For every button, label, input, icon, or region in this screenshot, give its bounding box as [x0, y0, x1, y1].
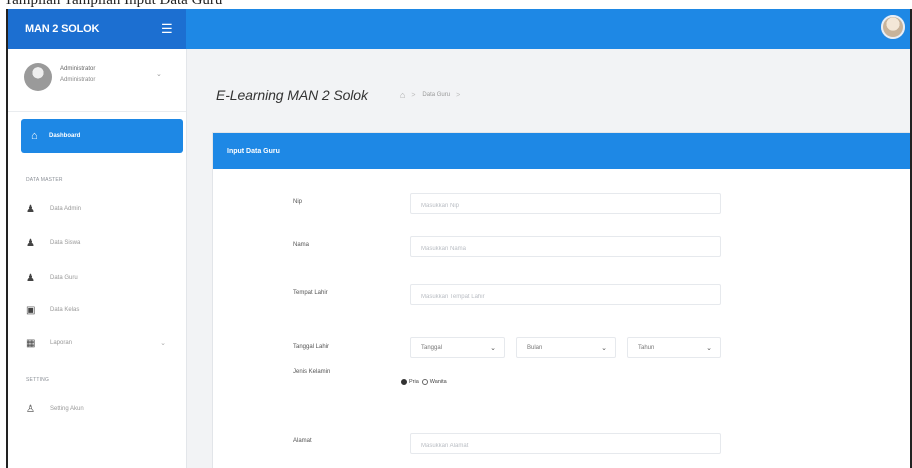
page-title: E-Learning MAN 2 Solok: [216, 87, 368, 103]
section-setting: SETTING: [26, 377, 50, 383]
sidebar-item-laporan[interactable]: ▦ Laporan ⌄: [26, 335, 176, 351]
chevron-down-icon: ⌄: [706, 344, 712, 352]
user-name: Administrator: [60, 66, 96, 72]
sidebar-item-label: Data Siswa: [50, 240, 81, 246]
breadcrumb: E-Learning MAN 2 Solok ⌂ > Data Guru >: [216, 87, 460, 103]
sidebar-item-dashboard[interactable]: ⌂ Dashboard: [21, 119, 183, 153]
sidebar-item-data-kelas[interactable]: ▣ Data Kelas: [26, 302, 176, 318]
jenis-kelamin-radio-group: Pria Wanita: [401, 379, 450, 385]
nip-input[interactable]: [411, 196, 720, 216]
radio-pria-label: Pria: [409, 379, 419, 385]
nama-label: Nama: [293, 242, 310, 248]
tanggal-lahir-label: Tanggal Lahir: [293, 344, 330, 350]
bulan-select-value: Bulan: [527, 344, 543, 351]
nip-field[interactable]: [410, 193, 721, 216]
nama-input[interactable]: [411, 239, 720, 259]
radio-wanita-label: Wanita: [429, 379, 447, 385]
sidebar-item-label: Setting Akun: [50, 406, 84, 412]
top-navbar: MAN 2 SOLOK ☰: [8, 9, 910, 49]
tempat-lahir-input[interactable]: [411, 287, 720, 307]
nama-field[interactable]: [410, 236, 721, 259]
sidebar-item-label: Laporan: [50, 340, 73, 346]
sidebar-item-label: Data Guru: [50, 275, 78, 281]
tempat-lahir-label: Tempat Lahir: [293, 290, 328, 296]
panel-title: Input Data Guru: [227, 147, 280, 155]
jenis-kelamin-label: Jenis Kelamin: [293, 369, 331, 375]
sidebar-item-data-siswa[interactable]: ♟ Data Siswa: [26, 235, 176, 251]
tanggal-select-value: Tanggal: [421, 344, 443, 351]
sidebar: Administrator Administrator ⌄ ⌂ Dashboar…: [8, 49, 187, 468]
hamburger-icon[interactable]: ☰: [161, 22, 173, 35]
sidebar-item-label: Dashboard: [49, 133, 81, 139]
alamat-field[interactable]: [410, 433, 721, 456]
nip-label: Nip: [293, 199, 303, 205]
radio-wanita[interactable]: [421, 379, 428, 385]
screenshot-frame: MAN 2 SOLOK ☰ Administrator Administrato…: [6, 9, 912, 468]
avatar: [24, 63, 52, 91]
tahun-select[interactable]: Tahun ⌄: [627, 337, 721, 358]
main-content: E-Learning MAN 2 Solok ⌂ > Data Guru > I…: [188, 49, 910, 468]
document-caption: Tampilan Tampilan Input Data Guru: [0, 0, 912, 9]
home-icon[interactable]: ⌂: [400, 90, 405, 100]
breadcrumb-separator-icon: >: [411, 91, 416, 99]
user-plus-icon: ♟: [26, 272, 35, 284]
sidebar-item-label: Data Admin: [50, 206, 82, 212]
breadcrumb-separator-icon: >: [456, 91, 461, 99]
sidebar-item-setting-akun[interactable]: ♙ Setting Akun: [26, 401, 176, 417]
brand-logo-text[interactable]: MAN 2 SOLOK: [25, 23, 99, 35]
caption-text: Tampilan Tampilan Input Data Guru: [4, 0, 223, 8]
user-plus-icon: ♟: [26, 237, 35, 249]
bulan-select[interactable]: Bulan ⌄: [516, 337, 616, 358]
radio-pria[interactable]: [401, 379, 407, 385]
breadcrumb-item[interactable]: Data Guru: [422, 92, 450, 98]
chevron-down-icon: ⌄: [160, 340, 166, 347]
sidebar-item-data-admin[interactable]: ♟ Data Admin: [26, 201, 176, 217]
home-icon: ⌂: [31, 130, 38, 142]
sidebar-user-panel[interactable]: Administrator Administrator ⌄: [8, 49, 186, 112]
user-plus-icon: ♟: [26, 203, 35, 215]
user-icon: ♙: [26, 403, 35, 415]
tanggal-select[interactable]: Tanggal ⌄: [410, 337, 505, 358]
user-avatar-icon[interactable]: [881, 15, 905, 39]
sidebar-item-data-guru[interactable]: ♟ Data Guru: [26, 270, 176, 286]
input-data-guru-panel: Input Data Guru Nip Nama Tempat Lahir Ta…: [212, 132, 910, 468]
panel-header: Input Data Guru: [213, 133, 910, 169]
alamat-input[interactable]: [411, 436, 720, 456]
user-role: Administrator: [60, 77, 96, 83]
tahun-select-value: Tahun: [638, 344, 655, 351]
chevron-down-icon: ⌄: [490, 344, 496, 352]
alamat-label: Alamat: [293, 438, 312, 444]
chevron-down-icon[interactable]: ⌄: [156, 70, 162, 78]
section-data-master: DATA MASTER: [26, 177, 63, 183]
brand-area: MAN 2 SOLOK: [8, 9, 186, 49]
chevron-down-icon: ⌄: [601, 344, 607, 352]
table-icon: ▦: [26, 337, 36, 349]
tempat-lahir-field[interactable]: [410, 284, 721, 307]
edit-icon: ▣: [26, 304, 36, 316]
sidebar-item-label: Data Kelas: [50, 307, 80, 313]
